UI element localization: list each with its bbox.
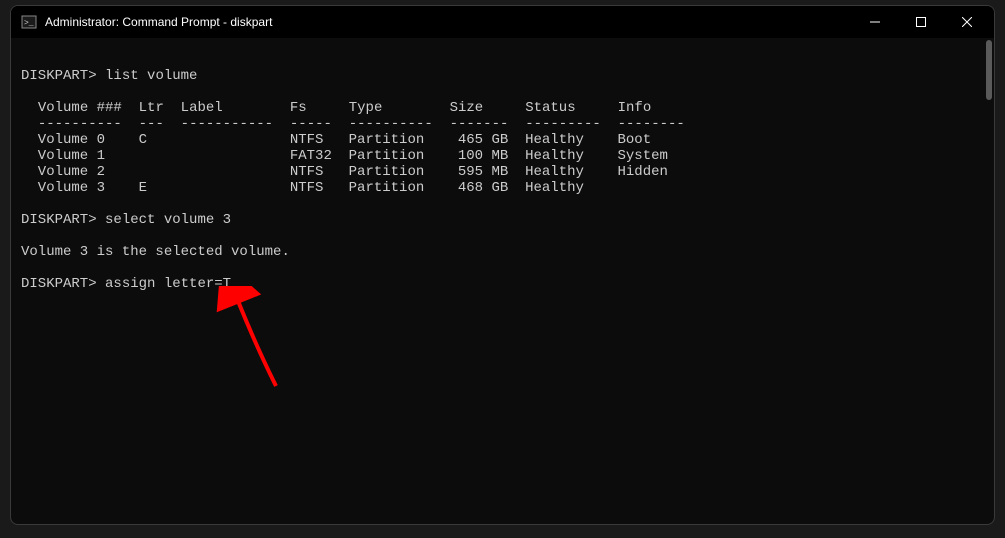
prompt: DISKPART> [21,212,97,228]
cmd-icon: >_ [21,14,37,30]
command-text: assign letter=T [105,276,231,292]
command-text: list volume [105,68,197,84]
terminal-output[interactable]: DISKPART> list volume Volume ### Ltr Lab… [11,38,994,524]
window-title: Administrator: Command Prompt - diskpart [45,15,272,29]
table-separator: ---------- --- ----------- ----- -------… [38,116,685,132]
svg-text:>_: >_ [24,19,34,28]
minimize-button[interactable] [852,6,898,38]
command-text: select volume 3 [105,212,231,228]
table-header: Volume ### Ltr Label Fs Type Size Status… [38,100,651,116]
titlebar-left: >_ Administrator: Command Prompt - diskp… [21,14,272,30]
close-button[interactable] [944,6,990,38]
scrollbar-thumb[interactable] [986,40,992,100]
maximize-button[interactable] [898,6,944,38]
titlebar[interactable]: >_ Administrator: Command Prompt - diskp… [11,6,994,38]
prompt: DISKPART> [21,68,97,84]
command-prompt-window: >_ Administrator: Command Prompt - diskp… [10,5,995,525]
table-rows: Volume 0 C NTFS Partition 465 GB Healthy… [21,132,668,196]
window-controls [852,6,990,38]
cursor [231,288,239,291]
prompt: DISKPART> [21,276,97,292]
response-text: Volume 3 is the selected volume. [21,244,290,260]
